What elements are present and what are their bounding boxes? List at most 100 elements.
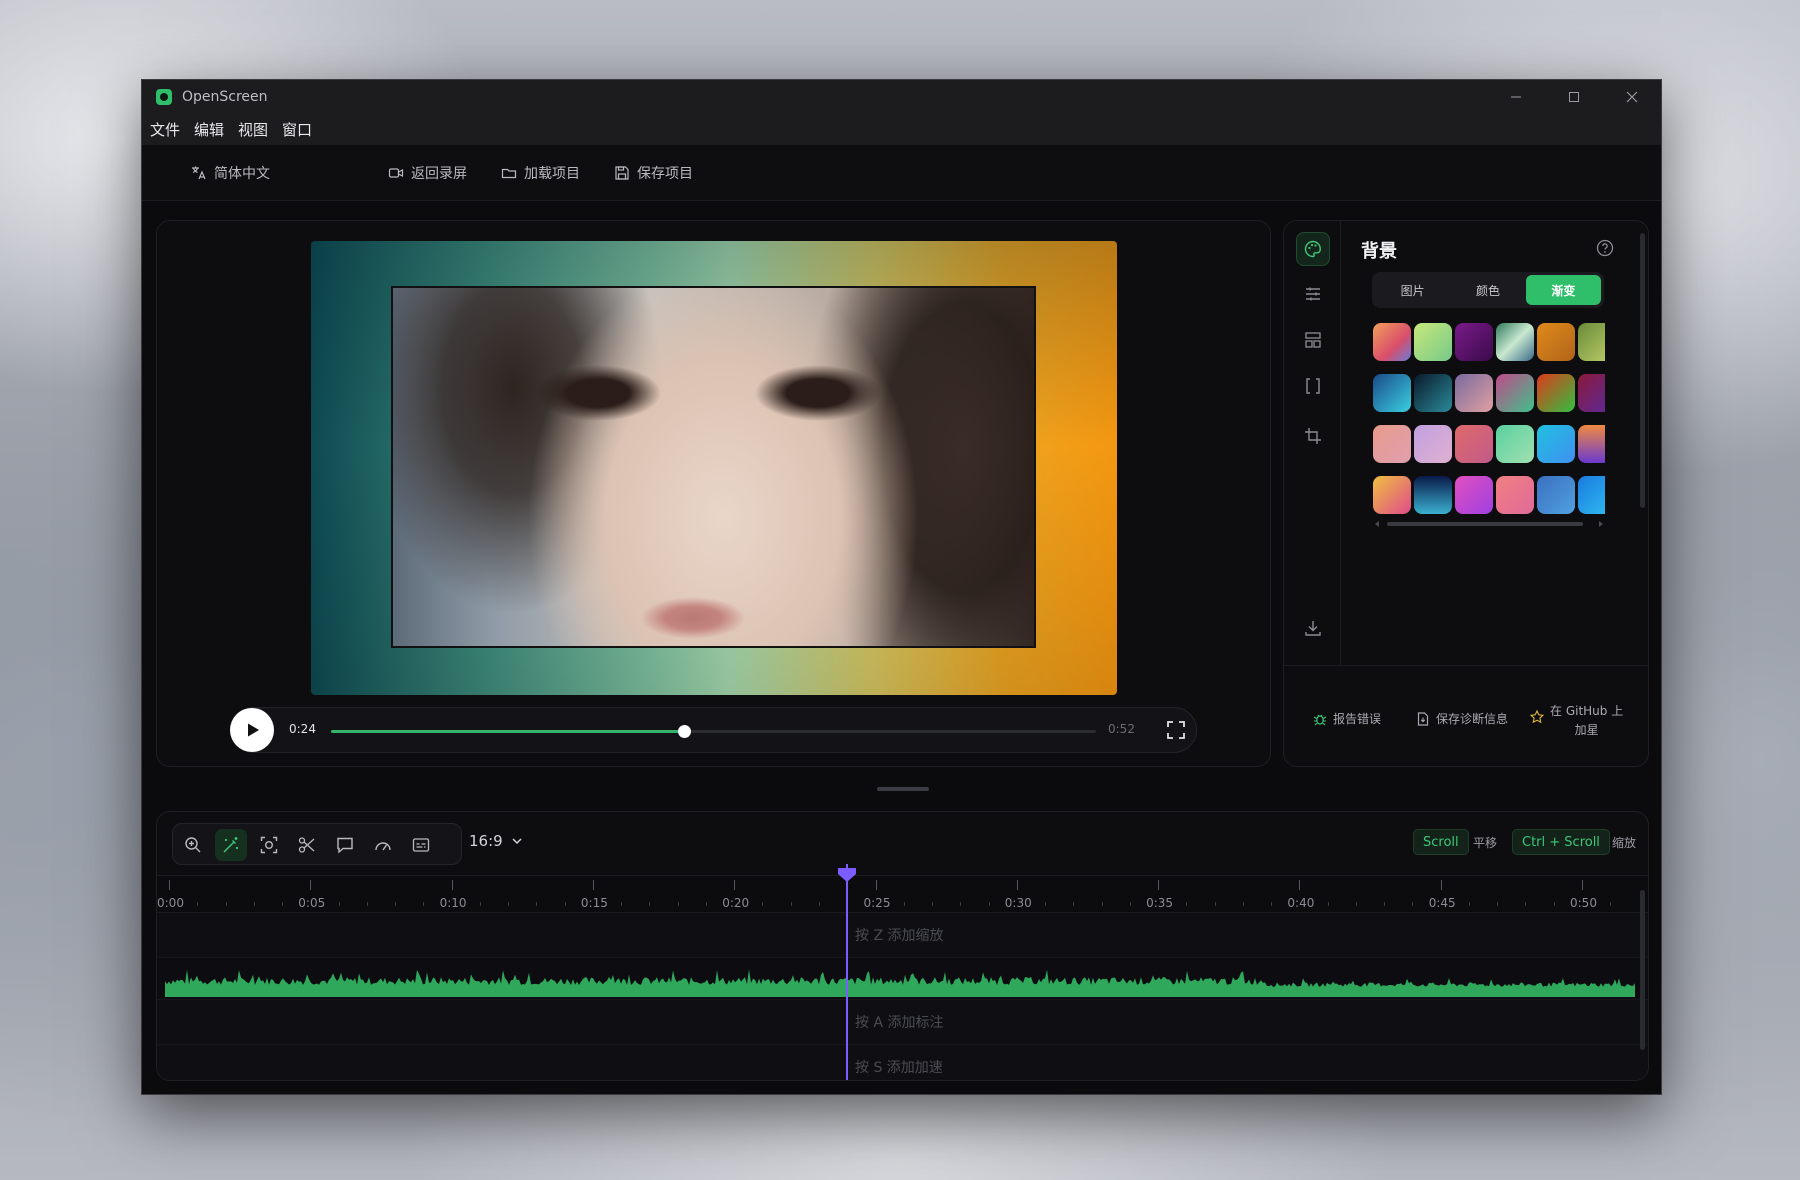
panel-scrollbar[interactable] bbox=[1640, 233, 1645, 508]
ruler-tick bbox=[1299, 880, 1301, 890]
playhead-handle[interactable] bbox=[836, 868, 858, 882]
gradient-swatch[interactable] bbox=[1373, 323, 1411, 361]
ruler-minor-tick bbox=[197, 902, 199, 906]
gradient-swatch[interactable] bbox=[1496, 323, 1534, 361]
report-bug-link[interactable]: 报告错误 bbox=[1313, 710, 1381, 727]
speed-tool-button[interactable] bbox=[367, 829, 399, 861]
annotation-lane[interactable]: 按 A 添加标注 bbox=[157, 1000, 1648, 1045]
ruler-minor-tick bbox=[1327, 902, 1329, 906]
seek-bar[interactable] bbox=[331, 725, 1096, 738]
zoom-tool-button[interactable] bbox=[177, 829, 209, 861]
gradient-swatch[interactable] bbox=[1496, 425, 1534, 463]
focus-tool-button[interactable] bbox=[253, 829, 285, 861]
gradient-swatch[interactable] bbox=[1578, 476, 1605, 514]
github-star-link[interactable]: 在 GitHub 上 加星 bbox=[1530, 702, 1623, 740]
settings-rail bbox=[1284, 221, 1341, 665]
gradient-swatch[interactable] bbox=[1373, 374, 1411, 412]
resize-handle[interactable] bbox=[877, 787, 929, 791]
video-canvas[interactable] bbox=[311, 241, 1117, 695]
gradient-swatch[interactable] bbox=[1414, 323, 1452, 361]
magic-wand-icon bbox=[223, 837, 238, 853]
gradient-swatch[interactable] bbox=[1537, 374, 1575, 412]
play-button[interactable] bbox=[230, 708, 274, 752]
menu-view[interactable]: 视图 bbox=[238, 119, 268, 140]
time-ruler[interactable]: 0:00 0:05 0:10 0:15 0:20 0:25 0:30 0:35 0:40 0:45… bbox=[157, 875, 1648, 913]
help-icon bbox=[1596, 239, 1614, 257]
close-button[interactable] bbox=[1603, 80, 1661, 113]
back-to-record-button[interactable]: 返回录屏 bbox=[388, 163, 467, 183]
gradient-swatch[interactable] bbox=[1537, 476, 1575, 514]
gradient-swatch[interactable] bbox=[1578, 425, 1605, 463]
ruler-minor-tick bbox=[818, 902, 820, 906]
ruler-minor-tick bbox=[508, 902, 510, 906]
fullscreen-button[interactable] bbox=[1166, 720, 1186, 744]
gradient-swatch[interactable] bbox=[1414, 476, 1452, 514]
auto-zoom-button[interactable] bbox=[215, 829, 247, 861]
ruler-minor-tick bbox=[705, 902, 707, 906]
rail-background[interactable] bbox=[1296, 232, 1330, 266]
ruler-minor-tick bbox=[253, 902, 255, 906]
rail-padding[interactable] bbox=[1296, 369, 1330, 403]
save-project-button[interactable]: 保存项目 bbox=[614, 163, 693, 183]
comment-icon bbox=[337, 837, 353, 854]
rail-export[interactable] bbox=[1296, 611, 1330, 645]
gradient-swatch[interactable] bbox=[1537, 425, 1575, 463]
gradient-swatch[interactable] bbox=[1414, 374, 1452, 412]
aspect-ratio-select[interactable]: 16:9 bbox=[469, 832, 523, 850]
download-icon bbox=[1305, 621, 1321, 636]
playhead[interactable] bbox=[846, 864, 849, 1080]
ruler-minor-tick bbox=[1355, 902, 1357, 906]
gradient-swatch[interactable] bbox=[1578, 323, 1605, 361]
menu-file[interactable]: 文件 bbox=[150, 119, 180, 140]
maximize-button[interactable] bbox=[1545, 80, 1603, 113]
ruler-minor-tick bbox=[1045, 902, 1047, 906]
seek-thumb[interactable] bbox=[678, 725, 692, 738]
rail-adjust[interactable] bbox=[1296, 277, 1330, 311]
ruler-minor-tick bbox=[1553, 902, 1555, 906]
trim-tool-button[interactable] bbox=[291, 829, 323, 861]
load-project-button[interactable]: 加载项目 bbox=[501, 163, 580, 183]
tab-color[interactable]: 颜色 bbox=[1450, 275, 1525, 305]
brackets-icon bbox=[1306, 378, 1320, 394]
language-button[interactable]: 简体中文 bbox=[191, 163, 270, 183]
gradient-swatch[interactable] bbox=[1578, 374, 1605, 412]
ruler-minor-tick bbox=[1412, 902, 1414, 906]
minimize-button[interactable] bbox=[1487, 80, 1545, 113]
gradient-scrollbar[interactable] bbox=[1373, 521, 1605, 527]
save-diagnostics-link[interactable]: 保存诊断信息 bbox=[1416, 710, 1508, 727]
preview-panel: 0:24 0:52 bbox=[156, 220, 1271, 767]
tab-gradient[interactable]: 渐变 bbox=[1525, 275, 1601, 305]
menu-window[interactable]: 窗口 bbox=[282, 119, 312, 140]
scissors-icon bbox=[298, 837, 315, 853]
caption-tool-button[interactable] bbox=[405, 829, 437, 861]
title-bar[interactable]: OpenScreen bbox=[142, 80, 1661, 113]
gradient-swatch[interactable] bbox=[1496, 374, 1534, 412]
playback-controls: 0:24 0:52 bbox=[230, 707, 1197, 753]
rail-layout[interactable] bbox=[1296, 323, 1330, 357]
gradient-swatch[interactable] bbox=[1373, 425, 1411, 463]
panel-footer: 报告错误 保存诊断信息 在 GitHub 上 加星 bbox=[1284, 665, 1648, 768]
ruler-tick-label: 0:40 bbox=[1287, 896, 1315, 910]
gradient-swatch[interactable] bbox=[1455, 323, 1493, 361]
timeline-scrollbar[interactable] bbox=[1640, 890, 1645, 1050]
tab-image[interactable]: 图片 bbox=[1375, 275, 1450, 305]
gradient-swatch[interactable] bbox=[1373, 476, 1411, 514]
gradient-swatch[interactable] bbox=[1414, 425, 1452, 463]
gradient-swatch[interactable] bbox=[1455, 476, 1493, 514]
app-title: OpenScreen bbox=[182, 88, 268, 105]
ruler-minor-tick bbox=[423, 902, 425, 906]
aspect-ratio-value: 16:9 bbox=[469, 832, 503, 850]
ruler-tick bbox=[1582, 880, 1583, 890]
rail-crop[interactable] bbox=[1296, 419, 1330, 453]
gradient-swatch[interactable] bbox=[1455, 425, 1493, 463]
gradient-swatch[interactable] bbox=[1496, 476, 1534, 514]
help-button[interactable] bbox=[1596, 239, 1614, 261]
ruler-tick-label: 0:00 bbox=[157, 896, 184, 910]
gradient-swatch[interactable] bbox=[1455, 374, 1493, 412]
gradient-scrollbar-thumb[interactable] bbox=[1387, 522, 1583, 526]
speed-lane[interactable]: 按 S 添加加速 bbox=[157, 1045, 1648, 1080]
gradient-swatch[interactable] bbox=[1537, 323, 1575, 361]
annotation-tool-button[interactable] bbox=[329, 829, 361, 861]
menu-edit[interactable]: 编辑 bbox=[194, 119, 224, 140]
zoom-lane[interactable]: 按 Z 添加缩放 bbox=[157, 913, 1648, 958]
